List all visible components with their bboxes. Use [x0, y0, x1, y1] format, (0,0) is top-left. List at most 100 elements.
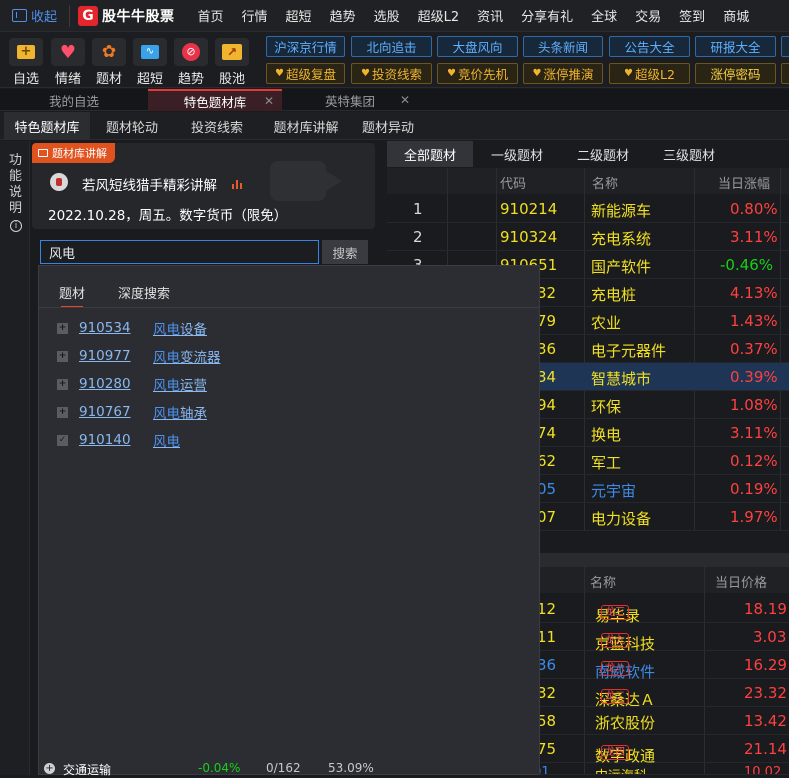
table-row[interactable]: 1 910214 新能源车 0.80%	[387, 195, 789, 223]
search-button[interactable]: 搜索	[322, 240, 368, 264]
lecture-badge: 题材库讲解	[32, 143, 115, 163]
subtab-theme-rotation[interactable]: 题材轮动	[92, 112, 172, 140]
result-row[interactable]: + 910767 风电轴承	[57, 402, 207, 422]
brand-name: 股牛牛股票	[102, 8, 175, 25]
tool-label: 情绪	[54, 72, 81, 87]
theme-list-row[interactable]: + 交通运输 -0.04% 0/162 53.09%	[38, 761, 378, 777]
result-name[interactable]: 风电轴承	[153, 402, 207, 422]
quick-research[interactable]: 研报大全	[695, 36, 776, 57]
plus-icon[interactable]: +	[57, 350, 68, 362]
lecture-title: 若风短线猎手精彩讲解	[82, 178, 217, 194]
quick-auction[interactable]: ♥ 竞价先机	[437, 63, 518, 84]
nav-news[interactable]: 资讯	[468, 6, 512, 25]
result-name[interactable]: 风电运营	[153, 374, 207, 394]
result-row[interactable]: + 910534 风电设备	[57, 318, 207, 338]
close-icon[interactable]: ✕	[264, 94, 274, 108]
circle-icon: ⊘	[174, 38, 208, 66]
tab-all-themes[interactable]: 全部题材	[387, 141, 473, 167]
tool-label: 趋势	[177, 72, 204, 87]
tab-my-watchlist[interactable]: 我的自选	[0, 89, 148, 111]
quick-super-review[interactable]: ♥ 超级复盘	[266, 63, 345, 84]
dragon-tag: 龙八	[601, 661, 629, 676]
subtab-theme-movers[interactable]: 题材异动	[352, 112, 424, 140]
brand: G 股牛牛股票	[69, 4, 175, 27]
col-change[interactable]: 当日涨幅	[718, 173, 770, 192]
table-row[interactable]: 2 910324 充电系统 3.11%	[387, 223, 789, 251]
nav-trade[interactable]: 交易	[626, 6, 670, 25]
collapse-button[interactable]: 收起	[0, 6, 63, 25]
toolbar: + 自选 ♥ 情绪 ✿ 题材 ∿ 超短 ⊘ 趋势 ↗ 股池 沪深京行情 北向追击…	[0, 32, 789, 88]
result-row[interactable]: + 910977 风电变流器	[57, 346, 221, 366]
nav-ultrashort[interactable]: 超短	[277, 6, 321, 25]
collapse-label: 收起	[31, 10, 58, 25]
check-icon[interactable]: ✓	[57, 434, 68, 446]
quick-headlines[interactable]: 头条新闻	[523, 36, 603, 57]
nav-checkin[interactable]: 签到	[670, 6, 714, 25]
plus-icon[interactable]: +	[57, 378, 68, 390]
col-stock-name[interactable]: 名称	[590, 572, 616, 591]
tool-stock-pool[interactable]: ↗ 股池	[212, 38, 252, 87]
tab-level1-themes[interactable]: 一级题材	[474, 141, 560, 167]
top-menu-bar: 收起 G 股牛牛股票 首页 行情 超短 趋势 选股 超级L2 资讯 分享有礼 全…	[0, 0, 789, 32]
audio-bars-icon	[232, 179, 244, 189]
tool-trend[interactable]: ⊘ 趋势	[171, 38, 211, 87]
result-code[interactable]: 910280	[79, 376, 153, 392]
nav-home[interactable]: 首页	[189, 6, 233, 25]
result-name[interactable]: 风电设备	[153, 318, 207, 338]
nav-trend[interactable]: 趋势	[321, 6, 365, 25]
dragon-tag: 龙四	[601, 745, 629, 760]
nav-stock-picker[interactable]: 选股	[365, 6, 409, 25]
result-code[interactable]: 910977	[79, 348, 153, 364]
tool-label: 题材	[95, 72, 122, 87]
col-price[interactable]: 当日价格	[715, 572, 767, 591]
subtab-theme-lecture[interactable]: 题材库讲解	[262, 112, 350, 140]
tool-theme[interactable]: ✿ 题材	[89, 38, 129, 87]
result-code[interactable]: 910140	[79, 432, 153, 448]
chart-folder-icon: ∿	[133, 38, 167, 66]
dropdown-tab-deep-search[interactable]: 深度搜索	[118, 283, 170, 302]
quick-limit-up-code[interactable]: 涨停密码	[695, 63, 776, 84]
nav-share-reward[interactable]: 分享有礼	[512, 6, 582, 25]
result-name[interactable]: 风电变流器	[153, 346, 221, 366]
nav-super-l2[interactable]: 超级L2	[409, 6, 469, 25]
row-change: -0.04%	[198, 761, 241, 775]
dropdown-tab-theme[interactable]: 题材	[59, 283, 85, 308]
tab-theme-library[interactable]: 特色题材库 ✕	[148, 89, 282, 111]
tool-watchlist[interactable]: + 自选	[6, 38, 46, 87]
row-count: 0/162	[266, 761, 301, 775]
tab-intel-group[interactable]: 英特集团 ✕	[282, 89, 418, 111]
quick-market-direction[interactable]: 大盘风向	[437, 36, 518, 57]
tool-ultrashort[interactable]: ∿ 超短	[130, 38, 170, 87]
plus-icon[interactable]: +	[57, 322, 68, 334]
camera-watermark-icon	[270, 161, 342, 201]
quick-more[interactable]	[781, 36, 789, 57]
result-row[interactable]: ✓ 910140 风电	[57, 430, 180, 450]
theme-search-input[interactable]: 风电	[40, 240, 319, 264]
result-row[interactable]: + 910280 风电运营	[57, 374, 207, 394]
nav-mall[interactable]: 商城	[714, 6, 758, 25]
tool-sentiment[interactable]: ♥ 情绪	[48, 38, 88, 87]
quick-super-l2[interactable]: ♥ 超级L2	[609, 63, 690, 84]
tab-level2-themes[interactable]: 二级题材	[560, 141, 646, 167]
quick-northbound[interactable]: 北向追击	[351, 36, 432, 57]
quick-announcements[interactable]: 公告大全	[609, 36, 690, 57]
quick-investment-clues[interactable]: ♥ 投资线索	[351, 63, 432, 84]
col-name[interactable]: 名称	[592, 173, 618, 192]
plus-icon[interactable]: +	[57, 406, 68, 418]
tab-level3-themes[interactable]: 三级题材	[646, 141, 732, 167]
result-code[interactable]: 910534	[79, 320, 153, 336]
result-code[interactable]: 910767	[79, 404, 153, 420]
function-help-strip[interactable]: 功能说明 i	[0, 141, 30, 775]
expand-icon[interactable]: +	[44, 763, 55, 774]
subtab-investment-clues[interactable]: 投资线索	[177, 112, 257, 140]
nav-global[interactable]: 全球	[582, 6, 626, 25]
close-icon[interactable]: ✕	[400, 93, 410, 107]
quick-shsz-quotes[interactable]: 沪深京行情	[266, 36, 345, 57]
subtab-theme-library[interactable]: 特色题材库	[4, 112, 90, 140]
result-name[interactable]: 风电	[153, 430, 180, 450]
lecture-card[interactable]: 题材库讲解 若风短线猎手精彩讲解 2022.10.28，周五。数字货币（限免）	[32, 143, 375, 229]
nav-quotes[interactable]: 行情	[233, 6, 277, 25]
quick-limit-up-deduction[interactable]: ♥ 涨停推演	[523, 63, 603, 84]
col-code[interactable]: 代码	[500, 173, 526, 192]
quick-more-2[interactable]	[781, 63, 789, 84]
